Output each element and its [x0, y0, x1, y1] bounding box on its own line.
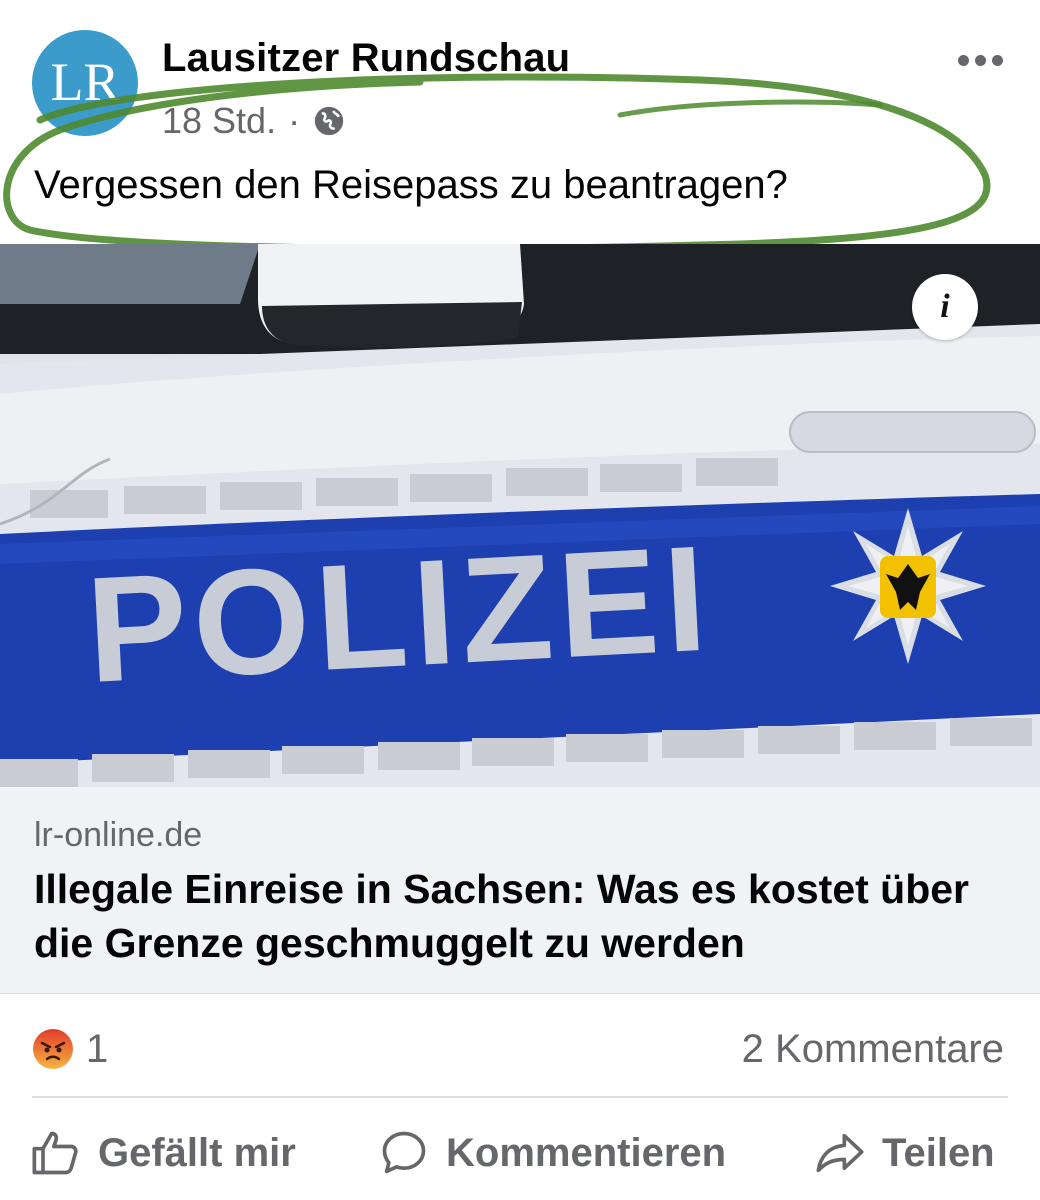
- share-button[interactable]: Teilen: [814, 1118, 995, 1188]
- polizei-lettering: POLIZEI: [83, 513, 716, 713]
- like-label: Gefällt mir: [98, 1130, 296, 1175]
- page-avatar[interactable]: LR: [32, 30, 138, 136]
- angry-reaction-icon[interactable]: [32, 1028, 74, 1070]
- more-options-dot: [974, 54, 986, 66]
- link-preview-image[interactable]: POLIZEI: [0, 244, 1040, 787]
- more-options-dot: [991, 54, 1003, 66]
- post-timestamp[interactable]: 18 Std.: [162, 100, 276, 142]
- info-button[interactable]: i: [912, 274, 978, 340]
- police-star-emblem: [830, 508, 986, 664]
- post-meta: 18 Std. ·: [162, 100, 346, 142]
- globe-icon[interactable]: [312, 104, 346, 138]
- actions-divider: [32, 1096, 1008, 1098]
- post-text: Vergessen den Reisepass zu beantragen?: [34, 163, 788, 207]
- svg-text:LR: LR: [50, 52, 119, 112]
- comment-bubble-icon: [382, 1131, 426, 1174]
- meta-separator: ·: [288, 100, 301, 141]
- lr-logo-icon: LR: [50, 52, 119, 112]
- more-options-button[interactable]: [952, 40, 1008, 80]
- page-name-link[interactable]: Lausitzer Rundschau: [162, 34, 570, 82]
- more-options-icon: [957, 54, 969, 66]
- link-headline[interactable]: Illegale Einreise in Sachsen: Was es kos…: [34, 862, 1014, 970]
- comment-button[interactable]: Kommentieren: [378, 1118, 726, 1188]
- reaction-count[interactable]: 1: [86, 1024, 108, 1074]
- thumbs-up-icon: [32, 1131, 78, 1175]
- comment-label: Kommentieren: [446, 1130, 727, 1175]
- share-label: Teilen: [882, 1130, 995, 1175]
- police-car-image: POLIZEI: [0, 244, 1040, 787]
- link-domain: lr-online.de: [34, 816, 203, 854]
- share-arrow-icon: [816, 1133, 864, 1173]
- comment-count[interactable]: 2 Kommentare: [742, 1024, 1004, 1074]
- like-button[interactable]: Gefällt mir: [30, 1118, 296, 1188]
